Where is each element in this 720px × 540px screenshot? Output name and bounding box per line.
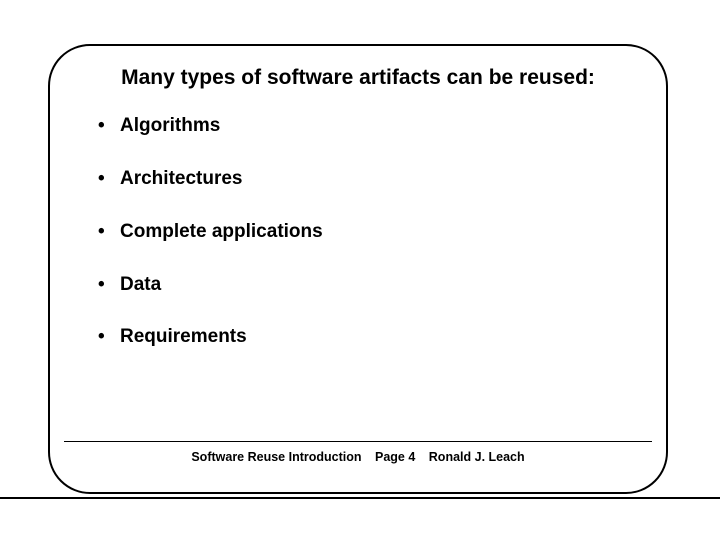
footer-doc-title: Software Reuse Introduction (191, 450, 361, 464)
list-item: Data (98, 274, 636, 297)
list-item: Complete applications (98, 221, 636, 244)
bullet-list: Algorithms Architectures Complete applic… (80, 115, 636, 349)
list-item: Algorithms (98, 115, 636, 138)
slide-frame: Many types of software artifacts can be … (48, 44, 668, 494)
slide-footer: Software Reuse Introduction Page 4 Ronal… (50, 450, 666, 464)
footer-page: Page 4 (375, 450, 415, 464)
footer-author: Ronald J. Leach (429, 450, 525, 464)
list-item: Architectures (98, 168, 636, 191)
list-item: Requirements (98, 326, 636, 349)
slide-title: Many types of software artifacts can be … (80, 64, 636, 91)
bottom-rule (0, 497, 720, 499)
footer-divider (64, 441, 652, 442)
